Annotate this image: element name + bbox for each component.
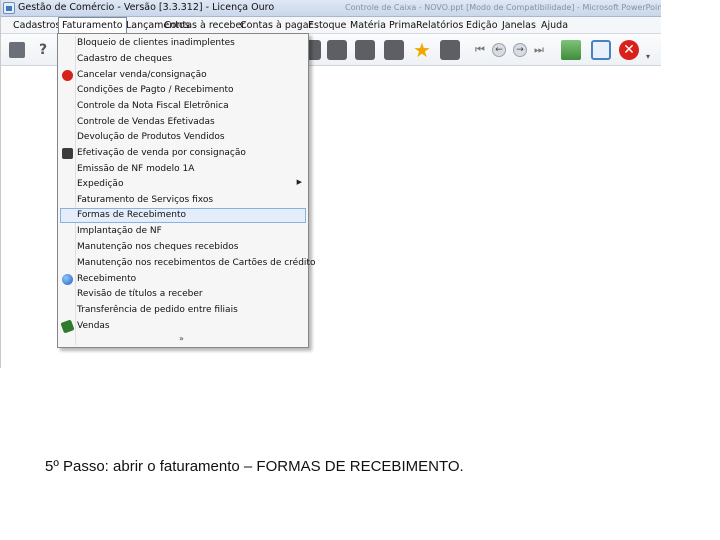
menu-item-label: Controle da Nota Fiscal Eletrônica [77, 101, 229, 111]
menu-contas-a-pagar[interactable]: Contas à pagar [237, 17, 315, 34]
next-icon[interactable]: → [513, 43, 527, 57]
favorite-star-icon[interactable]: ★ [412, 40, 432, 60]
menu-item-condicoes-pagto[interactable]: Condições de Pagto / Recebimento [60, 83, 306, 98]
menu-item-label: Emissão de NF modelo 1A [77, 164, 195, 174]
edit-icon[interactable] [384, 40, 404, 60]
cancel-icon [62, 70, 73, 81]
background-window-title: Controle de Caixa - NOVO.ppt [Modo de Co… [345, 3, 661, 12]
menu-item-label: Transferência de pedido entre filiais [77, 305, 238, 315]
menu-item-controle-vendas[interactable]: Controle de Vendas Efetivadas [60, 115, 306, 130]
menu-item-manutencao-cheques[interactable]: Manutenção nos cheques recebidos [60, 240, 306, 255]
menu-item-efetivacao-consignacao[interactable]: Efetivação de venda por consignação [60, 146, 306, 161]
menu-item-cancelar-venda[interactable]: Cancelar venda/consignação [60, 68, 306, 83]
menu-item-recebimento[interactable]: Recebimento [60, 272, 306, 287]
menu-contas-a-receber[interactable]: Contas à receber [161, 17, 248, 34]
menu-item-label: Manutenção nos cheques recebidos [77, 242, 239, 252]
menu-item-cadastro-cheques[interactable]: Cadastro de cheques [60, 52, 306, 67]
submenu-arrow-icon: ▶ [296, 178, 302, 186]
menu-item-label: Revisão de títulos a receber [77, 289, 203, 299]
menu-item-expedicao[interactable]: Expedição ▶ [60, 177, 306, 192]
menu-item-emissao-nf[interactable]: Emissão de NF modelo 1A [60, 162, 306, 177]
person-icon [62, 148, 73, 159]
menu-item-label: Devolução de Produtos Vendidos [77, 132, 225, 142]
previous-icon[interactable]: ← [492, 43, 506, 57]
cart-icon[interactable] [9, 42, 25, 58]
menu-item-label: Efetivação de venda por consignação [77, 148, 246, 158]
menu-item-revisao-titulos[interactable]: Revisão de títulos a receber [60, 287, 306, 302]
title-bar: Gestão de Comércio - Versão [3.3.312] - … [1, 0, 661, 17]
chart-icon[interactable] [561, 40, 581, 60]
menu-faturamento[interactable]: Faturamento [58, 17, 127, 34]
window-title: Gestão de Comércio - Versão [3.3.312] - … [18, 2, 275, 13]
search-icon[interactable] [591, 40, 611, 60]
application-screenshot: Gestão de Comércio - Versão [3.3.312] - … [0, 0, 661, 368]
menu-item-label: Implantação de NF [77, 226, 162, 236]
menu-item-label: Vendas [77, 321, 110, 331]
faturamento-dropdown-menu: Bloqueio de clientes inadimplentes Cadas… [57, 33, 315, 348]
menu-item-faturamento-servicos[interactable]: Faturamento de Serviços fixos [60, 193, 306, 208]
money-icon [60, 319, 75, 334]
menu-item-label: Faturamento de Serviços fixos [77, 195, 214, 205]
pages-icon[interactable] [327, 40, 347, 60]
menu-item-bloqueio-clientes[interactable]: Bloqueio de clientes inadimplentes [60, 36, 306, 51]
menu-item-devolucao-produtos[interactable]: Devolução de Produtos Vendidos [60, 130, 306, 145]
menu-item-label: Formas de Recebimento [77, 210, 186, 220]
menu-materia-prima[interactable]: Matéria Prima [347, 17, 419, 34]
menu-item-label: Cadastro de cheques [77, 54, 173, 64]
app-icon [3, 2, 15, 14]
refresh-icon[interactable] [440, 40, 460, 60]
menu-item-vendas[interactable]: Vendas [60, 319, 306, 334]
first-icon[interactable]: ⏮ [475, 43, 485, 63]
menu-item-label: Manutenção nos recebimentos de Cartões d… [77, 258, 316, 268]
menu-item-label: Controle de Vendas Efetivadas [77, 117, 215, 127]
menu-item-formas-recebimento[interactable]: Formas de Recebimento [60, 208, 306, 223]
slide-caption: 5º Passo: abrir o faturamento – FORMAS D… [45, 458, 464, 475]
menu-item-implantacao-nf[interactable]: Implantação de NF [60, 224, 306, 239]
exit-icon[interactable]: ✕ [619, 40, 639, 60]
stamp-icon[interactable] [355, 40, 375, 60]
menu-item-label: Cancelar venda/consignação [77, 70, 207, 80]
menu-item-label: Condições de Pagto / Recebimento [77, 85, 234, 95]
menu-bar: Cadastros Faturamento Lançamentos Contas… [1, 17, 661, 34]
menu-edicao[interactable]: Edição [463, 17, 501, 34]
toolbar-overflow-icon[interactable]: ▾ [646, 52, 650, 61]
last-icon[interactable]: ⏭ [534, 43, 544, 63]
globe-icon [62, 274, 73, 285]
menu-ajuda[interactable]: Ajuda [538, 17, 571, 34]
menu-item-label: Bloqueio de clientes inadimplentes [77, 38, 235, 48]
help-icon[interactable]: ? [39, 42, 55, 58]
menu-relatorios[interactable]: Relatórios [413, 17, 466, 34]
menu-item-transferencia-pedido[interactable]: Transferência de pedido entre filiais [60, 303, 306, 318]
menu-item-label: Recebimento [77, 274, 137, 284]
menu-cadastros[interactable]: Cadastros [10, 17, 63, 34]
menu-item-manutencao-cartoes[interactable]: Manutenção nos recebimentos de Cartões d… [60, 256, 315, 271]
menu-expand-more-icon[interactable]: » [179, 334, 184, 343]
menu-estoque[interactable]: Estoque [305, 17, 349, 34]
menu-item-controle-nfe[interactable]: Controle da Nota Fiscal Eletrônica [60, 99, 306, 114]
menu-janelas[interactable]: Janelas [499, 17, 539, 34]
menu-item-label: Expedição [77, 179, 124, 189]
